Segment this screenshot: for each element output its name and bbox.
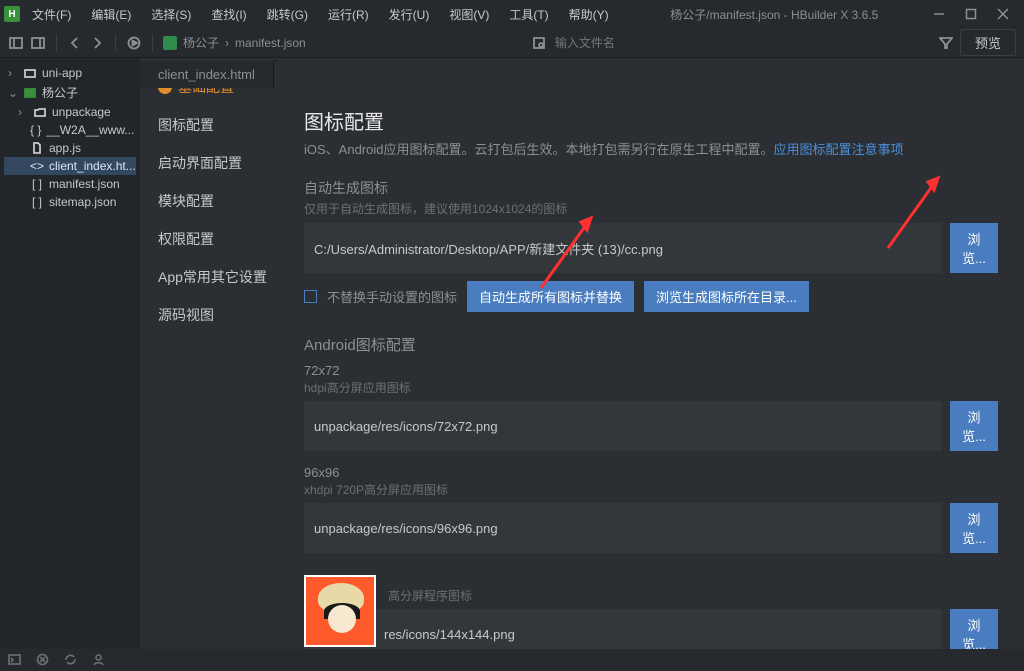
tree-item-unpackage[interactable]: › unpackage [4, 103, 136, 121]
separator [115, 34, 116, 52]
browse-button[interactable]: 浏览... [950, 401, 998, 451]
back-icon[interactable] [67, 35, 83, 51]
preview-button[interactable]: 预览 [960, 29, 1016, 56]
forward-icon[interactable] [89, 35, 105, 51]
layout-toggle-icon[interactable] [30, 35, 46, 51]
no-replace-checkbox[interactable] [304, 290, 317, 303]
icon-hint: hdpi高分屏应用图标 [304, 379, 998, 396]
tree-item-manifest[interactable]: [ ] manifest.json [4, 175, 136, 193]
tree-label: __W2A__www... [46, 123, 134, 137]
search-input[interactable] [553, 35, 713, 51]
icon-path-input-72[interactable] [304, 401, 942, 451]
menu-find[interactable]: 查找(I) [203, 4, 254, 25]
toolbar: 杨公子 › manifest.json 预览 [0, 28, 1024, 58]
breadcrumb-project[interactable]: 杨公子 [183, 34, 219, 51]
maximize-icon[interactable] [964, 7, 978, 21]
tree-label: unpackage [52, 105, 111, 119]
folder-icon [23, 66, 37, 80]
tree-root-project[interactable]: ⌄ 杨公子 [4, 82, 136, 103]
no-replace-label: 不替换手动设置的图标 [327, 287, 457, 306]
icon-hint: 高分屏程序图标 [388, 587, 998, 604]
browse-button[interactable]: 浏览... [950, 503, 998, 553]
tree-label: 杨公子 [42, 84, 78, 101]
tree-root-uniapp[interactable]: › uni-app [4, 64, 136, 82]
tree-label: app.js [49, 141, 81, 155]
auto-gen-hint: 仅用于自动生成图标，建议使用1024x1024的图标 [304, 200, 998, 217]
nav-source[interactable]: 源码视图 [140, 296, 278, 334]
tree-item-w2a[interactable]: { } __W2A__www... [4, 121, 136, 139]
nav-module[interactable]: 模块配置 [140, 182, 278, 220]
folder-icon [33, 105, 47, 119]
filter-icon[interactable] [938, 35, 954, 51]
icon-hint: xhdpi 720P高分屏应用图标 [304, 481, 998, 498]
menu-goto[interactable]: 跳转(G) [259, 4, 316, 25]
page-description: iOS、Android应用图标配置。云打包后生效。本地打包需另行在原生工程中配置… [304, 139, 998, 158]
tree-label: client_index.ht... [49, 159, 136, 173]
nav-splash[interactable]: 启动界面配置 [140, 144, 278, 182]
brackets-icon: [ ] [30, 195, 44, 209]
breadcrumb-file[interactable]: manifest.json [235, 36, 306, 50]
browse-button[interactable]: 浏览... [950, 223, 998, 273]
sidebar-toggle-icon[interactable] [8, 35, 24, 51]
terminal-icon[interactable] [8, 653, 22, 667]
brackets-icon: [ ] [30, 177, 44, 191]
icon-path-input-96[interactable] [304, 503, 942, 553]
menu-help[interactable]: 帮助(Y) [561, 4, 617, 25]
nav-other[interactable]: App常用其它设置 [140, 258, 278, 296]
menu-view[interactable]: 视图(V) [441, 4, 497, 25]
file-explorer: › uni-app ⌄ 杨公子 › unpackage { } __W2A__w… [0, 58, 140, 649]
brackets-icon: { } [30, 123, 41, 137]
menu-tools[interactable]: 工具(T) [501, 4, 556, 25]
nav-permission[interactable]: 权限配置 [140, 220, 278, 258]
settings-content: 图标配置 iOS、Android应用图标配置。云打包后生效。本地打包需另行在原生… [278, 58, 1024, 649]
tree-item-sitemap[interactable]: [ ] sitemap.json [4, 193, 136, 211]
icon-preview-thumbnail [304, 575, 376, 647]
page-title: 图标配置 [304, 106, 998, 135]
file-icon [30, 141, 44, 155]
sync-icon[interactable] [64, 653, 78, 667]
search-target-icon[interactable] [531, 35, 547, 51]
browse-button[interactable]: 浏览... [950, 609, 998, 649]
auto-icon-path-input[interactable] [304, 223, 942, 273]
problems-icon[interactable] [36, 653, 50, 667]
auto-gen-title: 自动生成图标 [304, 178, 998, 198]
menu-publish[interactable]: 发行(U) [381, 4, 438, 25]
app-icon: H [4, 6, 20, 22]
settings-sidebar: 基础配置 图标配置 启动界面配置 模块配置 权限配置 App常用其它设置 源码视… [140, 58, 278, 649]
code-icon: <> [30, 159, 44, 173]
minimize-icon[interactable] [932, 7, 946, 21]
icon-size-label: 96x96 [304, 465, 998, 480]
tree-label: uni-app [42, 66, 82, 80]
icon-size-label: 72x72 [304, 363, 998, 378]
breadcrumb: 杨公子 › manifest.json [163, 34, 306, 51]
icon-path-input-144[interactable] [304, 609, 942, 649]
doc-link[interactable]: 应用图标配置注意事项 [773, 142, 903, 157]
open-icon-dir-button[interactable]: 浏览生成图标所在目录... [644, 281, 809, 312]
window-title: 杨公子/manifest.json - HBuilder X 3.6.5 [621, 6, 928, 23]
separator [56, 34, 57, 52]
run-icon[interactable] [126, 35, 142, 51]
project-icon [163, 36, 177, 50]
auto-generate-button[interactable]: 自动生成所有图标并替换 [467, 281, 634, 312]
menu-edit[interactable]: 编辑(E) [83, 4, 139, 25]
menu-select[interactable]: 选择(S) [143, 4, 199, 25]
user-icon[interactable] [92, 653, 106, 667]
tree-item-client-index[interactable]: <> client_index.ht... [4, 157, 136, 175]
tree-label: sitemap.json [49, 195, 116, 209]
menu-file[interactable]: 文件(F) [24, 4, 79, 25]
project-icon [23, 86, 37, 100]
close-icon[interactable] [996, 7, 1010, 21]
tab-client-index[interactable]: client_index.html [140, 61, 274, 88]
android-group-title: Android图标配置 [304, 334, 998, 355]
tree-item-appjs[interactable]: app.js [4, 139, 136, 157]
separator [152, 34, 153, 52]
nav-icon[interactable]: 图标配置 [140, 106, 278, 144]
menu-run[interactable]: 运行(R) [320, 4, 377, 25]
tree-label: manifest.json [49, 177, 120, 191]
status-bar [0, 649, 1024, 671]
title-bar: H 文件(F) 编辑(E) 选择(S) 查找(I) 跳转(G) 运行(R) 发行… [0, 0, 1024, 28]
